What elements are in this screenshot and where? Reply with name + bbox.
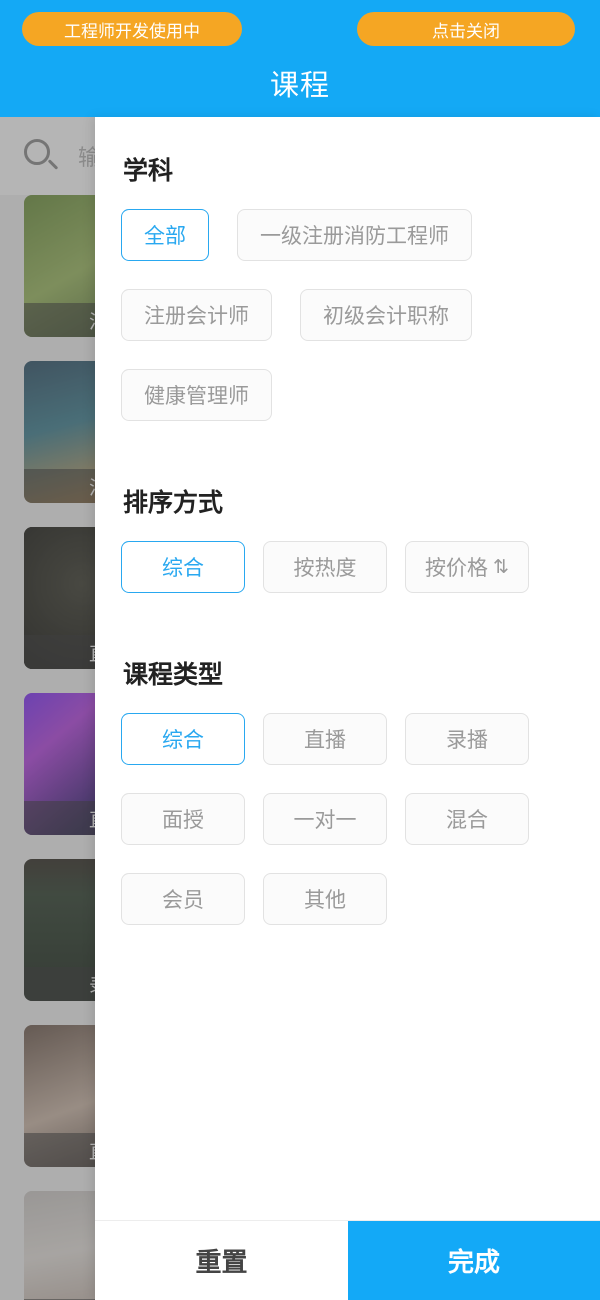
filter-chip-course-type[interactable]: 综合 [121, 713, 245, 765]
filter-chip-label: 全部 [144, 225, 186, 248]
filter-chip-course-type[interactable]: 录播 [405, 713, 529, 765]
filter-chip-label: 健康管理师 [144, 385, 249, 408]
filter-section-title: 排序方式 [123, 489, 224, 517]
filter-chip-subject[interactable]: 初级会计职称 [300, 289, 472, 341]
filter-chip-course-type[interactable]: 混合 [405, 793, 529, 845]
filter-chip-label: 直播 [304, 729, 346, 752]
filter-chip-group: 全部 一级注册消防工程师注册会计师 初级会计职称健康管理师 [121, 209, 574, 449]
filter-section-sort: 排序方式综合 按热度 按价格 ⇅ [121, 483, 574, 621]
filter-chip-label: 混合 [446, 809, 488, 832]
app-root: 输入课程名称 混合消防工程师精讲班¥1280混合STEAM 创客实训营¥980直… [0, 0, 600, 1300]
filter-footer: 重置 完成 [95, 1220, 600, 1300]
filter-chip-label: 综合 [162, 729, 204, 752]
filter-chip-label: 初级会计职称 [323, 305, 449, 328]
filter-section-title: 学科 [123, 157, 174, 185]
page-title: 课程 [269, 70, 330, 102]
dev-badge-row: 工程师开发使用中 点击关闭 [0, 12, 600, 46]
filter-chip-group: 综合 按热度 按价格 ⇅ [121, 541, 574, 621]
filter-chip-label: 录播 [446, 729, 488, 752]
filter-chip-label: 一级注册消防工程师 [260, 225, 449, 248]
filter-section-subject: 学科全部 一级注册消防工程师注册会计师 初级会计职称健康管理师 [121, 151, 574, 449]
filter-drawer: 学科全部 一级注册消防工程师注册会计师 初级会计职称健康管理师排序方式综合 按热度 按价… [95, 117, 600, 1300]
filter-chip-label: 一对一 [293, 809, 357, 832]
filter-section-title: 课程类型 [123, 661, 224, 689]
filter-chip-course-type[interactable]: 直播 [263, 713, 387, 765]
close-badge-button[interactable]: 点击关闭 [357, 12, 575, 46]
filter-chip-label: 会员 [162, 889, 204, 912]
filter-chip-subject[interactable]: 全部 [121, 209, 209, 261]
filter-chip-group: 综合 直播 录播面授 一对一 混合会员 其他 [121, 713, 574, 953]
reset-button[interactable]: 重置 [95, 1221, 348, 1300]
done-button[interactable]: 完成 [348, 1221, 600, 1300]
filter-section-course-type: 课程类型综合 直播 录播面授 一对一 混合会员 其他 [121, 655, 574, 953]
filter-chip-sort[interactable]: 按热度 [263, 541, 387, 593]
filter-chip-sort[interactable]: 综合 [121, 541, 245, 593]
filter-chip-course-type[interactable]: 会员 [121, 873, 245, 925]
filter-chip-subject[interactable]: 健康管理师 [121, 369, 272, 421]
filter-chip-course-type[interactable]: 面授 [121, 793, 245, 845]
filter-chip-subject[interactable]: 一级注册消防工程师 [237, 209, 472, 261]
filter-chip-label: 其他 [304, 889, 346, 912]
filter-chip-label: 综合 [162, 557, 204, 580]
sort-arrows-icon: ⇅ [493, 556, 509, 578]
filter-chip-course-type[interactable]: 一对一 [263, 793, 387, 845]
filter-chip-label: 按价格 [425, 557, 489, 580]
app-header: 工程师开发使用中 点击关闭 课程 [0, 0, 600, 117]
dev-mode-badge[interactable]: 工程师开发使用中 [22, 12, 242, 46]
filter-chip-label: 注册会计师 [144, 305, 249, 328]
filter-chip-label: 面授 [162, 809, 204, 832]
filter-sections: 学科全部 一级注册消防工程师注册会计师 初级会计职称健康管理师排序方式综合 按热度 按价… [95, 117, 600, 1220]
filter-chip-subject[interactable]: 注册会计师 [121, 289, 272, 341]
filter-chip-label: 按热度 [293, 557, 357, 580]
filter-chip-sort[interactable]: 按价格 ⇅ [405, 541, 529, 593]
filter-chip-course-type[interactable]: 其他 [263, 873, 387, 925]
